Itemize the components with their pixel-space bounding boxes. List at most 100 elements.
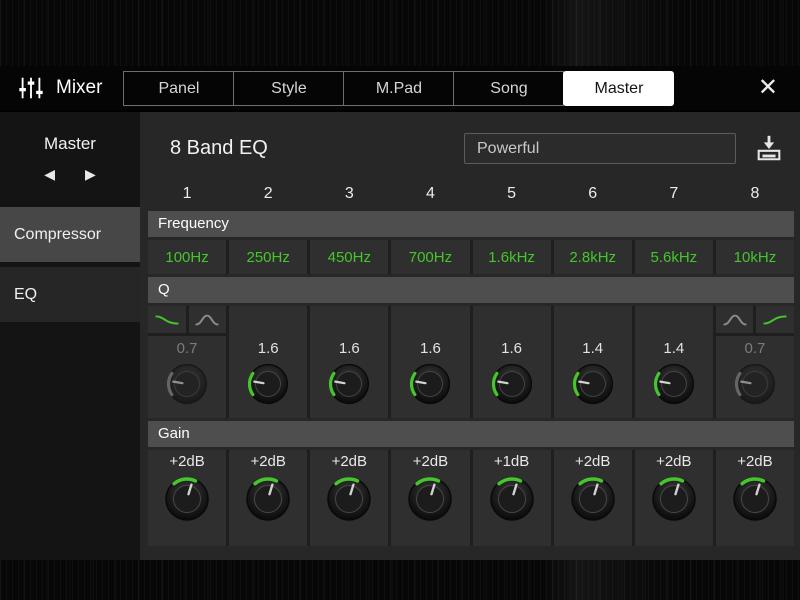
band-number: 3 (344, 185, 354, 202)
sidebar-item-eq[interactable]: EQ (0, 267, 140, 322)
peak-icon (722, 312, 748, 328)
section-header-q: Q (148, 277, 794, 303)
frequency-row: 100Hz 250Hz 450Hz 700Hz 1.6kHz 2.8kHz 5.… (148, 240, 794, 274)
q-knob[interactable] (229, 360, 307, 408)
tab-mpad[interactable]: M.Pad (343, 70, 455, 106)
tab-panel[interactable]: Panel (123, 70, 235, 106)
gain-value: +1dB (493, 453, 530, 470)
peak-icon (194, 312, 220, 328)
band-number: 2 (263, 185, 273, 202)
page-title: Mixer (56, 77, 103, 98)
band-number: 6 (588, 185, 598, 202)
gain-row: +2dB +2dB +2dB +2dB +1dB +2dB +2dB +2dB (148, 450, 794, 546)
gain-band-cell: +2dB (634, 450, 713, 546)
q-knob[interactable] (310, 360, 388, 408)
frequency-value-cell[interactable]: 2.8kHz (553, 240, 632, 274)
gain-value: +2dB (737, 453, 773, 470)
gain-band-cell: +2dB (229, 450, 308, 546)
frequency-value-cell[interactable]: 5.6kHz (634, 240, 713, 274)
tab-master[interactable]: Master (563, 70, 675, 106)
gain-band-cell: +2dB (310, 450, 389, 546)
q-band-cell: 0.7 (715, 306, 794, 418)
band-number: 5 (507, 185, 517, 202)
mixer-screen: Mixer Panel Style M.Pad Song Master ✕ Ma… (0, 0, 800, 600)
q-band-cell: 1.6 (391, 306, 470, 418)
q-band-cell: 0.7 (148, 306, 227, 418)
frequency-value-cell[interactable]: 10kHz (715, 240, 794, 274)
close-icon[interactable]: ✕ (758, 76, 778, 100)
q-knob[interactable] (635, 360, 713, 408)
q-band-cell: 1.4 (634, 306, 713, 418)
gain-knob[interactable] (310, 473, 388, 525)
filter-type-toggle-row (148, 306, 227, 336)
save-button[interactable] (752, 131, 786, 165)
frequency-value-cell[interactable]: 250Hz (229, 240, 308, 274)
q-knob[interactable] (554, 360, 632, 408)
sidebar-pager: ◀ ▶ (0, 166, 140, 183)
gain-knob[interactable] (391, 473, 469, 525)
q-knob[interactable] (716, 360, 794, 408)
filter-type-toggle-row (715, 306, 794, 336)
header-bar: Mixer Panel Style M.Pad Song Master ✕ (0, 66, 800, 112)
q-band-cell: 1.6 (310, 306, 389, 418)
q-knob[interactable] (148, 360, 226, 408)
gain-knob[interactable] (554, 473, 632, 525)
q-value: 1.6 (257, 340, 279, 357)
sidebar-title: Master (44, 134, 96, 153)
gain-band-cell: +2dB (553, 450, 632, 546)
q-knob[interactable] (473, 360, 551, 408)
sidebar: Master ◀ ▶ Compressor EQ (0, 112, 140, 560)
tab-bar: Panel Style M.Pad Song Master (123, 70, 675, 106)
bottom-bezel-texture (0, 560, 800, 600)
frequency-value-cell[interactable]: 100Hz (148, 240, 227, 274)
band-number: 1 (182, 185, 192, 202)
high-shelf-toggle[interactable] (756, 306, 794, 333)
gain-knob[interactable] (473, 473, 551, 525)
tab-song[interactable]: Song (453, 70, 565, 106)
eq-panel: 8 Band EQ Powerful 1 2 3 4 5 6 7 8 Frequ… (140, 112, 800, 560)
q-band-cell: 1.6 (229, 306, 308, 418)
band-number: 4 (425, 185, 435, 202)
eq-title: 8 Band EQ (170, 136, 268, 159)
section-header-frequency: Frequency (148, 211, 794, 237)
gain-value: +2dB (169, 453, 205, 470)
tab-style[interactable]: Style (233, 70, 345, 106)
gain-value: +2dB (412, 453, 449, 470)
gain-knob[interactable] (148, 473, 226, 525)
top-bezel-texture (0, 0, 800, 66)
frequency-value-cell[interactable]: 700Hz (391, 240, 470, 274)
q-value: 0.7 (176, 340, 198, 357)
section-header-gain: Gain (148, 421, 794, 447)
band-numbers-row: 1 2 3 4 5 6 7 8 (148, 178, 794, 210)
eq-header-row: 8 Band EQ Powerful (148, 122, 794, 174)
gain-band-cell: +2dB (148, 450, 227, 546)
q-value: 1.6 (338, 340, 360, 357)
sidebar-item-compressor[interactable]: Compressor (0, 207, 140, 262)
low-shelf-toggle[interactable] (148, 306, 189, 333)
peak-toggle[interactable] (189, 306, 227, 333)
q-knob[interactable] (391, 360, 469, 408)
q-row: 0.7 1.6 1.6 1.6 1.6 1.4 1.4 0.7 (148, 306, 794, 418)
low-shelf-icon (154, 312, 180, 328)
gain-knob[interactable] (716, 473, 794, 525)
q-value: 1.4 (582, 340, 604, 357)
gain-knob[interactable] (635, 473, 713, 525)
gain-value: +2dB (656, 453, 692, 470)
high-shelf-icon (762, 312, 788, 328)
gain-value: +2dB (250, 453, 286, 470)
peak-toggle[interactable] (716, 306, 757, 333)
q-value: 1.6 (501, 340, 522, 357)
band-number: 7 (669, 185, 679, 202)
prev-arrow-button[interactable]: ◀ (44, 166, 55, 183)
frequency-value-cell[interactable]: 450Hz (310, 240, 389, 274)
q-band-cell: 1.6 (472, 306, 551, 418)
gain-knob[interactable] (229, 473, 307, 525)
band-number: 8 (750, 185, 760, 202)
frequency-value-cell[interactable]: 1.6kHz (472, 240, 551, 274)
q-value: 1.6 (420, 340, 441, 357)
preset-selector[interactable]: Powerful (464, 132, 736, 164)
q-value: 0.7 (744, 340, 766, 357)
next-arrow-button[interactable]: ▶ (85, 166, 96, 183)
mixer-faders-icon (16, 73, 46, 103)
gain-value: +2dB (331, 453, 368, 470)
